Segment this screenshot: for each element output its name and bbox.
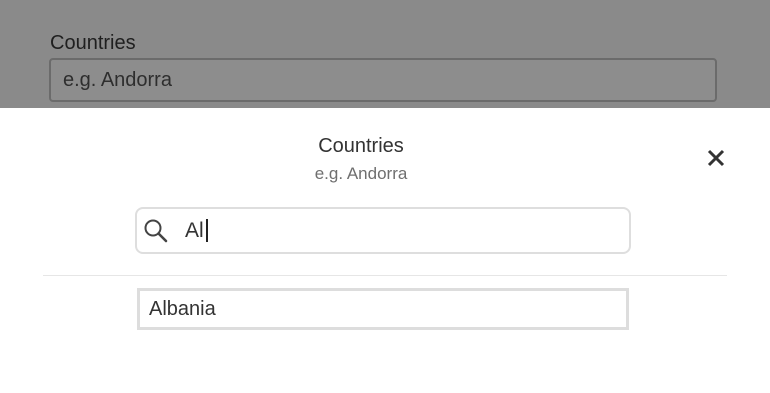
result-item[interactable]: Albania [137, 288, 629, 330]
close-icon [707, 149, 725, 167]
divider [43, 275, 727, 276]
countries-field: e.g. Andorra [49, 58, 717, 102]
country-picker-modal: Countries e.g. Andorra Albania [0, 108, 770, 393]
result-item-label: Albania [149, 298, 216, 320]
modal-backdrop[interactable]: Countries e.g. Andorra [0, 0, 770, 108]
text-caret [206, 219, 208, 242]
countries-field-placeholder: e.g. Andorra [63, 69, 172, 91]
close-button[interactable] [701, 146, 731, 170]
countries-field-label: Countries [50, 32, 136, 54]
search-icon [144, 219, 168, 243]
modal-subtitle: e.g. Andorra [314, 164, 408, 183]
modal-title: Countries [318, 135, 404, 157]
search-box[interactable] [135, 207, 631, 254]
search-input[interactable] [185, 213, 605, 249]
